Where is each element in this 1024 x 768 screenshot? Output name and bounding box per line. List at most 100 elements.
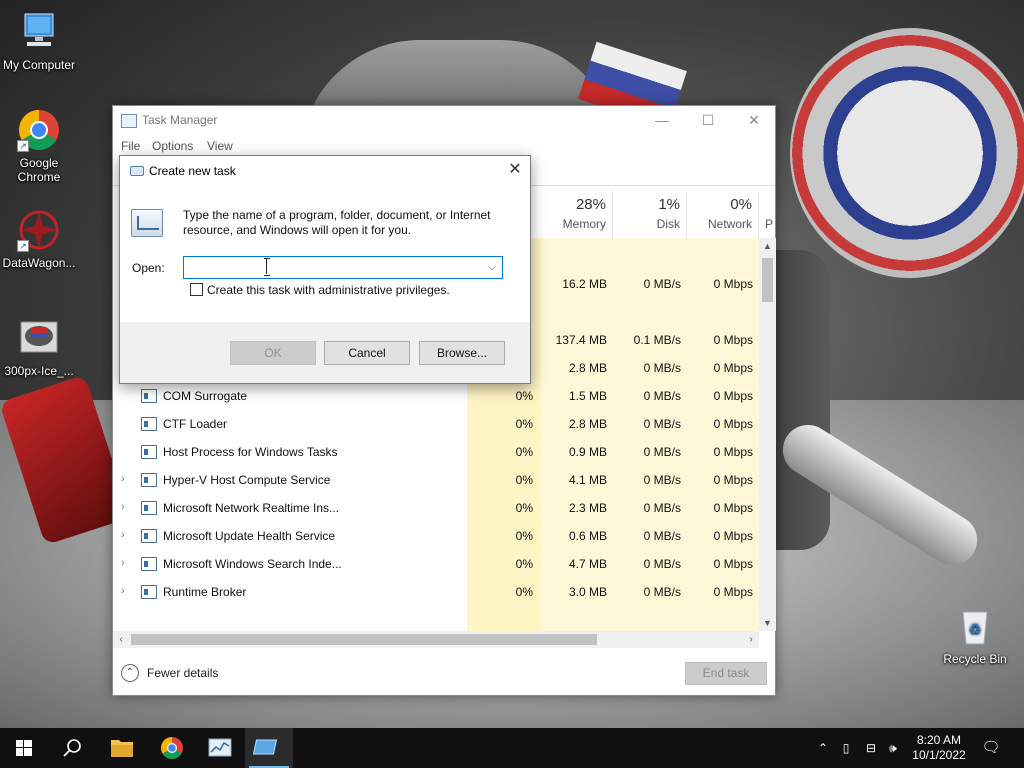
chevron-down-icon[interactable]: ⌵: [484, 259, 500, 276]
cell-cpu: 0%: [515, 501, 533, 515]
process-name: Microsoft Network Realtime Ins...: [163, 501, 340, 515]
taskbar-file-explorer[interactable]: [98, 728, 146, 768]
chevron-right-icon[interactable]: ›: [121, 557, 125, 569]
desktop-icon-label: DataWagon...: [2, 256, 76, 270]
wallpaper-emblem: [790, 28, 1024, 278]
taskbar-task-manager[interactable]: [196, 728, 244, 768]
horizontal-scrollbar[interactable]: ‹ ›: [113, 631, 759, 648]
chevron-up-icon[interactable]: ⌃: [121, 664, 139, 682]
network-icon[interactable]: ⊟: [860, 728, 882, 768]
desktop-icon-image-file[interactable]: 300px-Ice_...: [0, 316, 78, 378]
column-header-power[interactable]: P: [759, 190, 777, 238]
open-input[interactable]: [184, 257, 479, 278]
scroll-down-icon[interactable]: ▼: [759, 615, 776, 631]
cell-network: 0 Mbps: [713, 333, 753, 347]
chevron-right-icon[interactable]: ›: [121, 501, 125, 513]
memory-percent: 28%: [575, 196, 606, 213]
search-button[interactable]: [48, 728, 96, 768]
admin-checkbox[interactable]: [190, 283, 203, 296]
desktop-icon-datawagon[interactable]: ↗ DataWagon...: [0, 208, 78, 270]
chevron-up-icon[interactable]: ⌃: [812, 728, 834, 768]
cell-memory: 4.7 MB: [568, 557, 607, 571]
clock-time: 8:20 AM: [916, 733, 962, 747]
cell-network: 0 Mbps: [713, 557, 753, 571]
svg-text:♻: ♻: [969, 622, 982, 638]
search-icon: [63, 739, 81, 757]
clock[interactable]: 8:20 AM 10/1/2022: [906, 733, 972, 763]
table-row[interactable]: COM Surrogate 0% 1.5 MB 0 MB/s 0 Mbps: [113, 382, 759, 410]
cell-disk: 0.1 MB/s: [633, 333, 681, 347]
cell-cpu: 0%: [515, 389, 533, 403]
process-name: Microsoft Windows Search Inde...: [163, 557, 342, 571]
scroll-right-icon[interactable]: ›: [743, 631, 759, 648]
table-row[interactable]: › Microsoft Windows Search Inde... 0% 4.7 M…: [113, 550, 759, 578]
desktop-icon-my-computer[interactable]: My Computer: [0, 10, 78, 72]
dialog-title-bar[interactable]: Create new task ✕: [120, 156, 530, 186]
table-row[interactable]: CTF Loader 0% 2.8 MB 0 MB/s 0 Mbps: [113, 410, 759, 438]
table-row[interactable]: Host Process for Windows Tasks 0% 0.9 MB 0 …: [113, 438, 759, 466]
desktop-icon-google-chrome[interactable]: ↗ Google Chrome: [0, 108, 78, 184]
end-task-button[interactable]: End task: [685, 662, 767, 685]
open-combobox[interactable]: ⌵: [183, 256, 503, 279]
memory-label: Memory: [562, 217, 606, 231]
browse-button[interactable]: Browse...: [419, 341, 505, 365]
title-bar[interactable]: Task Manager — ☐ ✕: [113, 106, 775, 135]
cell-disk: 0 MB/s: [643, 445, 681, 459]
volume-icon[interactable]: 🕪: [882, 728, 904, 768]
cell-network: 0 Mbps: [713, 473, 753, 487]
close-icon[interactable]: ✕: [500, 156, 530, 186]
cell-disk: 0 MB/s: [643, 389, 681, 403]
process-name: Microsoft Update Health Service: [163, 529, 336, 543]
cancel-button[interactable]: Cancel: [324, 341, 410, 365]
process-name: CTF Loader: [163, 417, 228, 431]
maximize-button[interactable]: ☐: [685, 106, 731, 135]
scroll-thumb[interactable]: [131, 634, 597, 645]
scroll-left-icon[interactable]: ‹: [113, 631, 129, 648]
menu-options[interactable]: Options: [152, 139, 193, 153]
vertical-scrollbar[interactable]: ▲ ▼: [759, 238, 776, 631]
ok-button[interactable]: OK: [230, 341, 316, 365]
taskbar-run-dialog[interactable]: [245, 728, 293, 768]
window-title: Task Manager: [142, 113, 218, 127]
chevron-right-icon[interactable]: ›: [121, 473, 125, 485]
cell-network: 0 Mbps: [713, 529, 753, 543]
notifications-icon[interactable]: 🗨: [980, 728, 1002, 768]
column-header-disk[interactable]: 1% Disk: [613, 190, 687, 238]
table-row[interactable]: › Hyper-V Host Compute Service 0% 4.1 MB 0 M…: [113, 466, 759, 494]
program-icon: [131, 209, 163, 237]
table-row[interactable]: › Microsoft Update Health Service 0% 0.6 MB…: [113, 522, 759, 550]
column-header-network[interactable]: 0% Network: [687, 190, 759, 238]
chevron-right-icon[interactable]: ›: [121, 529, 125, 541]
chevron-right-icon[interactable]: ›: [121, 585, 125, 597]
dialog-body: Type the name of a program, folder, docu…: [120, 186, 530, 322]
process-icon: [141, 585, 157, 599]
table-row[interactable]: › Microsoft Network Realtime Ins... 0% 2.3 …: [113, 494, 759, 522]
cell-cpu: 0%: [515, 445, 533, 459]
desktop-icon-label: Recycle Bin: [943, 652, 1007, 666]
minimize-button[interactable]: —: [639, 106, 685, 135]
cell-network: 0 Mbps: [713, 445, 753, 459]
cell-network: 0 Mbps: [713, 389, 753, 403]
cell-memory: 2.8 MB: [568, 417, 607, 431]
menu-view[interactable]: View: [207, 139, 233, 153]
scroll-up-icon[interactable]: ▲: [759, 238, 776, 254]
table-row[interactable]: › Runtime Broker 0% 3.0 MB 0 MB/s 0 Mbps: [113, 578, 759, 606]
start-button[interactable]: [0, 728, 48, 768]
taskbar-chrome[interactable]: [148, 728, 196, 768]
fewer-details-link[interactable]: Fewer details: [147, 666, 218, 680]
desktop-icon-recycle-bin[interactable]: ♻ Recycle Bin: [936, 604, 1014, 666]
taskbar: ⌃ ▯ ⊟ 🕪 8:20 AM 10/1/2022 🗨: [0, 728, 1024, 768]
tablet-icon[interactable]: ▯: [836, 728, 856, 768]
menu-file[interactable]: File: [121, 139, 140, 153]
cell-memory: 2.8 MB: [568, 361, 607, 375]
scroll-thumb[interactable]: [762, 258, 773, 302]
run-dialog-icon: [252, 739, 278, 755]
admin-checkbox-label[interactable]: Create this task with administrative pri…: [207, 283, 450, 297]
open-label: Open:: [132, 261, 165, 275]
column-header-memory[interactable]: 28% Memory: [541, 190, 613, 238]
close-button[interactable]: ✕: [731, 106, 777, 135]
footer: ⌃ Fewer details End task: [113, 654, 775, 696]
network-label: Network: [707, 217, 752, 231]
cell-disk: 0 MB/s: [643, 417, 681, 431]
process-name: COM Surrogate: [163, 389, 248, 403]
